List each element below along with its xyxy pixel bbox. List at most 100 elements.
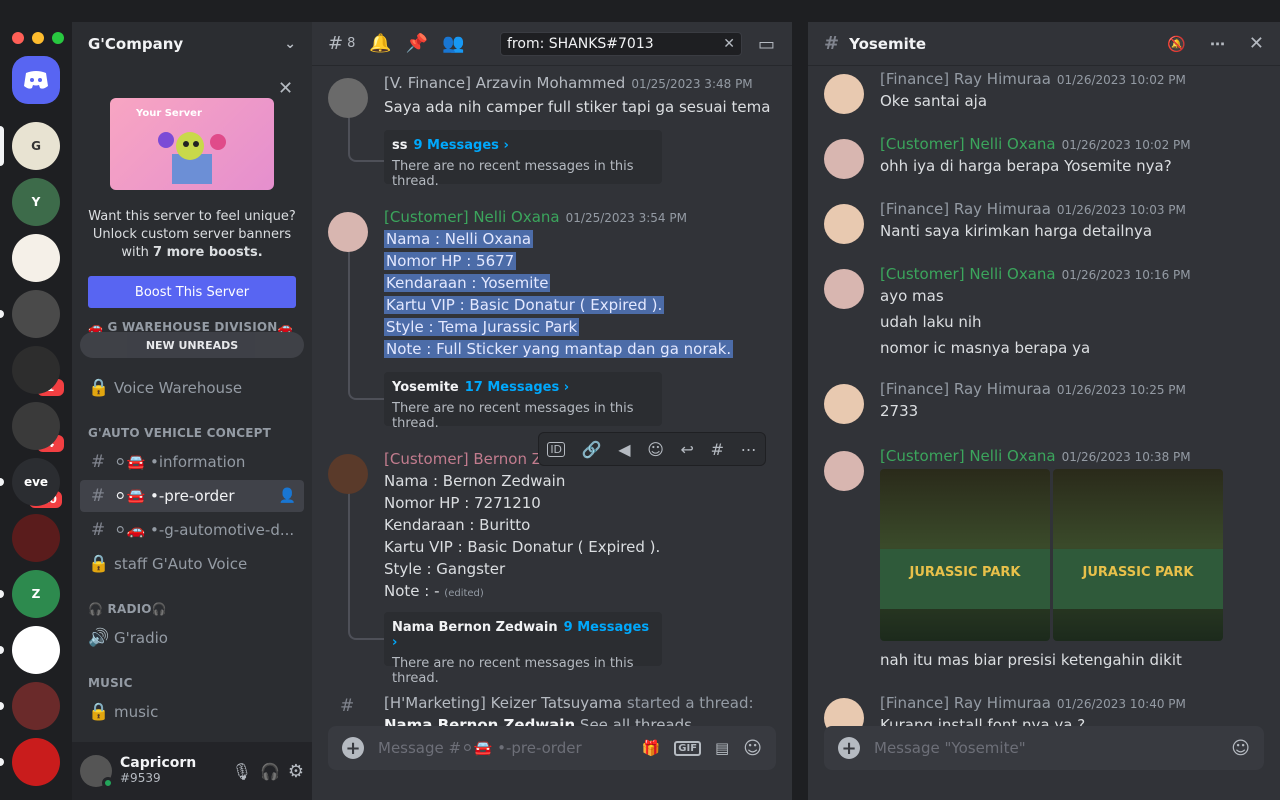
author-name[interactable]: [V. Finance] Arzavin Mohammed — [384, 74, 625, 92]
message-composer[interactable]: + Message #⚪🚘 •-pre-order 🎁 GIF ▤ ☺ — [328, 726, 776, 770]
new-unreads-pill[interactable]: NEW UNREADS — [80, 332, 304, 358]
avatar[interactable] — [824, 451, 864, 491]
server-icon[interactable] — [12, 56, 60, 104]
category-radio[interactable]: 🎧 RADIO🎧 — [88, 602, 167, 616]
gift-icon[interactable]: 🎁 — [642, 739, 661, 757]
see-all-threads-link[interactable]: See all threads — [580, 716, 692, 726]
close-window-button[interactable] — [12, 32, 24, 44]
thread-preview[interactable]: Nama Bernon Zedwain 9 Messages › There are… — [384, 612, 662, 686]
server-icon[interactable]: eve — [12, 458, 60, 506]
server-icon[interactable]: Z — [12, 570, 60, 618]
user-tag: #9539 — [120, 771, 161, 785]
more-icon[interactable]: ⋯ — [741, 440, 757, 459]
author-name[interactable]: [Finance] Ray Himuraa — [880, 380, 1051, 398]
channel-music[interactable]: 🔒 music — [80, 696, 304, 728]
server-icon[interactable] — [12, 290, 60, 338]
gear-icon[interactable]: ⚙ — [288, 761, 304, 782]
thread-icon: # — [824, 33, 840, 54]
author-name[interactable]: [Customer] Nelli Oxana — [880, 447, 1056, 465]
inbox-icon[interactable]: ▭ — [758, 34, 775, 55]
hash-icon: # — [90, 486, 106, 506]
thread-preview[interactable]: Yosemite 17 Messages › There are no recent… — [384, 372, 662, 431]
threads-icon[interactable]: # — [328, 33, 343, 54]
boost-card: Your Server Want this server to feel uni… — [88, 84, 296, 308]
tag-icon[interactable]: ◀ — [618, 440, 630, 459]
mute-icon[interactable]: 🔕 — [1167, 35, 1186, 53]
channel-label: ⚪🚘 •information — [114, 453, 246, 471]
avatar[interactable] — [824, 269, 864, 309]
thread-message-count[interactable]: 17 Messages › — [465, 380, 569, 395]
attach-plus-icon[interactable]: + — [838, 737, 860, 759]
avatar[interactable] — [80, 755, 114, 789]
headphones-icon[interactable]: 🎧 — [260, 762, 280, 781]
author-name[interactable]: [Finance] Ray Himuraa — [880, 694, 1051, 712]
sticker-icon[interactable]: ▤ — [715, 739, 729, 757]
timestamp: 01/26/2023 10:16 PM — [1061, 268, 1191, 282]
attach-plus-icon[interactable]: + — [342, 737, 364, 759]
server-icon[interactable] — [12, 682, 60, 730]
message-line: Nanti saya kirimkan harga detailnya — [880, 222, 1153, 240]
channel-g-automotive[interactable]: # ⚪🚗 •-g-automotive-d... — [80, 514, 304, 546]
channel-gradio[interactable]: 🔊 G'radio — [80, 622, 304, 654]
emoji-icon[interactable]: ☺ — [743, 738, 762, 759]
bell-icon[interactable]: 🔔 — [369, 33, 391, 54]
thread-message-count[interactable]: 9 Messages › — [413, 138, 508, 153]
unread-pip — [0, 758, 4, 766]
thread-composer[interactable]: + Message "Yosemite" ☺ — [824, 726, 1264, 770]
channel-staff-voice[interactable]: 🔒 staff G'Auto Voice — [80, 548, 304, 580]
server-icon[interactable] — [12, 402, 60, 450]
pin-icon[interactable]: 📌 — [406, 33, 428, 54]
image-attachment[interactable]: JURASSIC PARK — [1053, 469, 1223, 641]
author-name[interactable]: [Customer] Nelli Oxana — [384, 208, 560, 226]
emoji-icon[interactable]: ☺ — [1231, 738, 1250, 759]
message-line: Note : - — [384, 582, 440, 600]
avatar[interactable] — [824, 204, 864, 244]
timestamp: 01/26/2023 10:03 PM — [1056, 203, 1186, 217]
server-icon[interactable] — [12, 626, 60, 674]
reply-icon[interactable]: ↩ — [681, 440, 694, 459]
avatar[interactable] — [824, 384, 864, 424]
author-name[interactable]: [Finance] Ray Himuraa — [880, 200, 1051, 218]
composer-input[interactable]: Message #⚪🚘 •-pre-order — [378, 739, 628, 757]
clear-search-icon[interactable]: ✕ — [723, 36, 735, 52]
category-gauto[interactable]: G'AUTO VEHICLE CONCEPT — [88, 426, 271, 440]
channel-pre-order[interactable]: # ⚪🚘 •-pre-order 👤 — [80, 480, 304, 512]
thread-preview[interactable]: ss 9 Messages › There are no recent messag… — [384, 130, 662, 189]
system-thread-name[interactable]: Nama Bernon Zedwain — [384, 716, 575, 726]
gif-icon[interactable]: GIF — [674, 740, 702, 756]
avatar[interactable] — [328, 212, 368, 252]
server-icon[interactable] — [12, 738, 60, 786]
id-icon[interactable]: ID — [547, 441, 566, 457]
server-icon[interactable]: Y — [12, 178, 60, 226]
avatar[interactable] — [824, 74, 864, 114]
image-attachment[interactable]: JURASSIC PARK — [880, 469, 1050, 641]
server-icon[interactable] — [12, 514, 60, 562]
search-input[interactable]: from: SHANKS#7013 ✕ — [500, 32, 742, 56]
channel-information[interactable]: # ⚪🚘 •information — [80, 446, 304, 478]
avatar[interactable] — [824, 139, 864, 179]
boost-button[interactable]: Boost This Server — [88, 276, 296, 308]
avatar[interactable] — [328, 454, 368, 494]
author-name[interactable]: [Customer] Nelli Oxana — [880, 135, 1056, 153]
channel-voice-warehouse[interactable]: 🔒 Voice Warehouse — [80, 372, 304, 404]
server-icon[interactable]: G — [12, 122, 60, 170]
author-name[interactable]: [Finance] Ray Himuraa — [880, 70, 1051, 88]
server-icon[interactable] — [12, 346, 60, 394]
microphone-icon[interactable]: 🎙 — [232, 762, 252, 781]
members-icon[interactable]: 👥 — [442, 33, 464, 54]
server-header[interactable]: G'Company ⌄ — [72, 22, 312, 66]
maximize-window-button[interactable] — [52, 32, 64, 44]
add-reaction-icon[interactable]: ☺ — [647, 440, 664, 459]
system-author[interactable]: [H'Marketing] Keizer Tatsuyama — [384, 694, 622, 712]
minimize-window-button[interactable] — [32, 32, 44, 44]
category-music[interactable]: MUSIC — [88, 676, 133, 690]
close-icon[interactable]: ✕ — [1249, 33, 1264, 54]
avatar[interactable] — [328, 78, 368, 118]
add-member-icon[interactable]: 👤 — [279, 488, 296, 504]
create-thread-icon[interactable]: # — [711, 440, 724, 459]
thread-composer-input[interactable]: Message "Yosemite" — [874, 739, 1217, 757]
server-icon[interactable] — [12, 234, 60, 282]
more-icon[interactable]: ⋯ — [1210, 35, 1225, 53]
link-icon[interactable]: 🔗 — [582, 440, 602, 459]
author-name[interactable]: [Customer] Nelli Oxana — [880, 265, 1056, 283]
